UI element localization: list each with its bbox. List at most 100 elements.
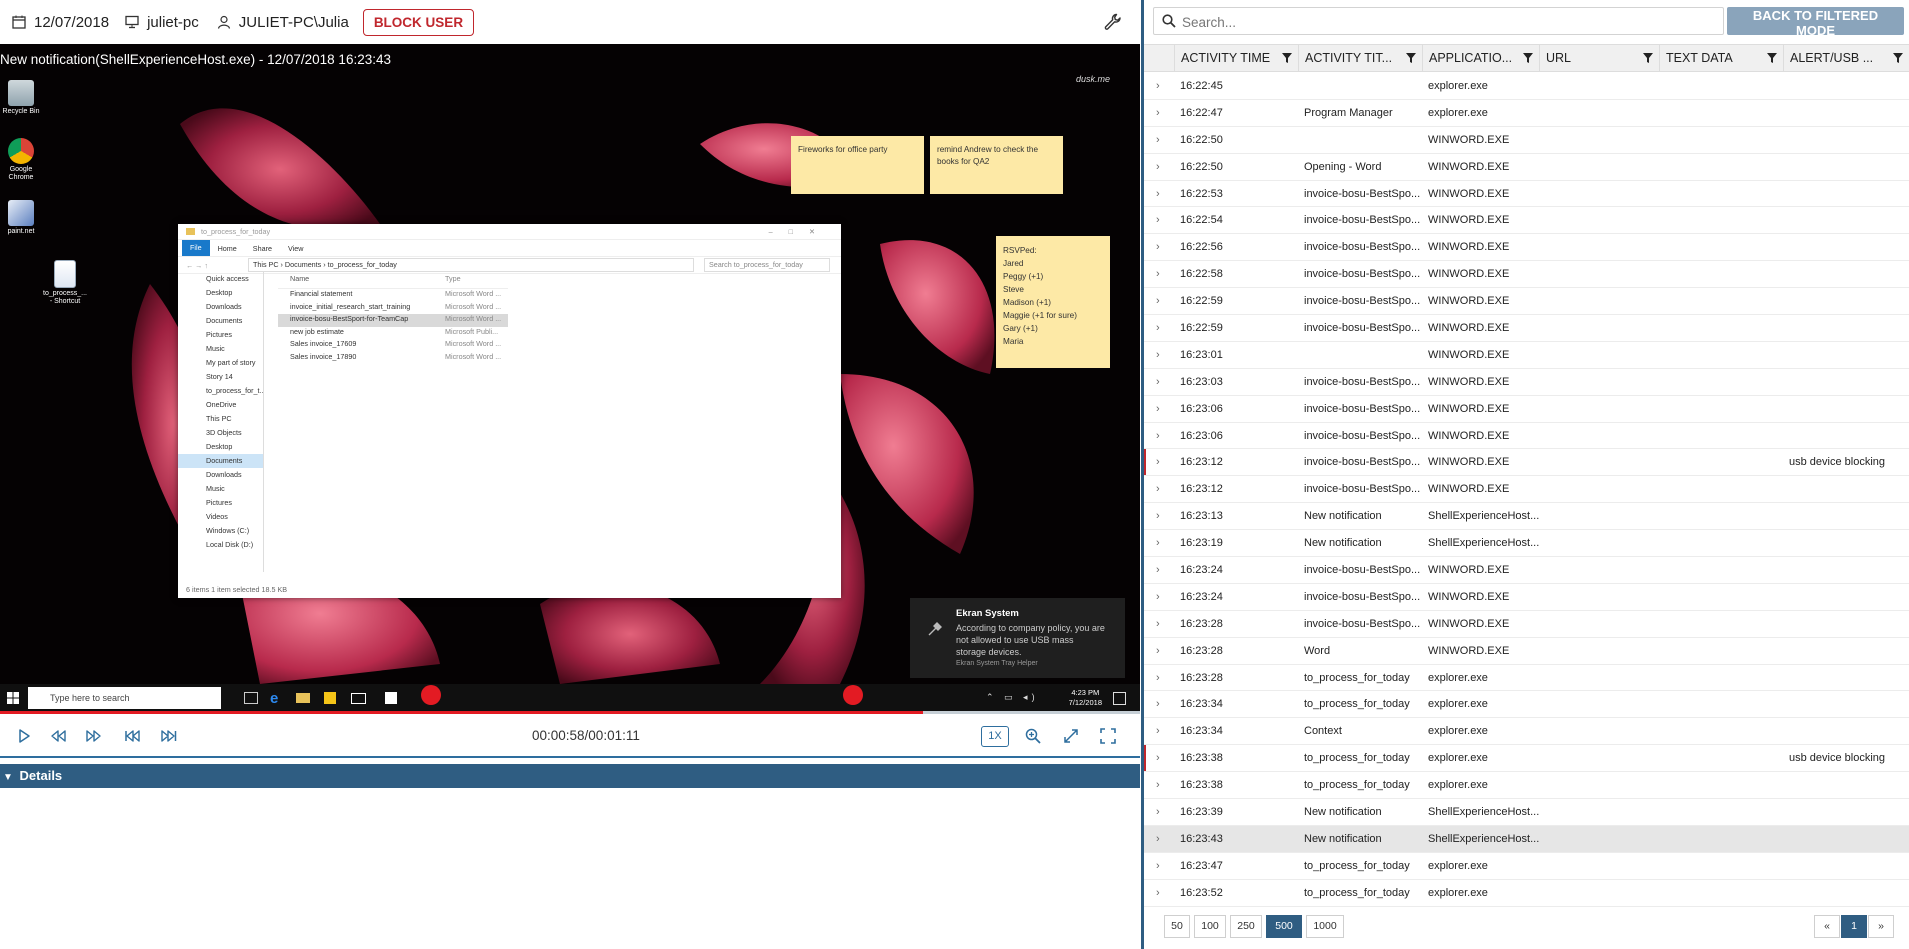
file-row[interactable]: invoice-bosu-BestSport-for-TeamCap Micros… [278, 314, 508, 327]
chevron-right-icon[interactable]: › [1144, 288, 1174, 314]
skip-to-end-icon[interactable] [161, 728, 177, 744]
activity-row[interactable]: › 16:23:28 invoice-bosu-BestSpo... WINWORD.… [1144, 611, 1909, 638]
activity-row[interactable]: › 16:22:59 invoice-bosu-BestSpo... WINWORD.… [1144, 315, 1909, 342]
nav-item[interactable]: Story 14 [178, 370, 263, 384]
nav-arrows-icon[interactable]: ← → ↑ [186, 261, 208, 270]
column-header-application[interactable]: APPLICATIO... [1422, 45, 1539, 71]
filter-icon[interactable] [1406, 53, 1416, 63]
activity-row[interactable]: › 16:22:53 invoice-bosu-BestSpo... WINWORD.… [1144, 181, 1909, 208]
file-row[interactable]: Sales invoice_17890 Microsoft Word ... [278, 352, 508, 365]
chevron-right-icon[interactable]: › [1144, 691, 1174, 717]
nav-item[interactable]: Downloads [178, 300, 263, 314]
nav-item[interactable]: Pictures [178, 496, 263, 510]
ribbon-tab-home[interactable]: Home [210, 244, 245, 253]
chevron-right-icon[interactable]: › [1144, 557, 1174, 583]
activity-row[interactable]: › 16:23:34 to_process_for_today explorer.ex… [1144, 691, 1909, 719]
activity-row[interactable]: › 16:23:06 invoice-bosu-BestSpo... WINWORD.… [1144, 423, 1909, 450]
expand-icon[interactable] [1063, 728, 1079, 744]
taskbar-search-input[interactable]: Type here to search [28, 687, 221, 709]
chevron-right-icon[interactable]: › [1144, 584, 1174, 610]
chevron-right-icon[interactable]: › [1144, 369, 1174, 395]
activity-row[interactable]: › 16:22:58 invoice-bosu-BestSpo... WINWORD.… [1144, 261, 1909, 289]
task-view-icon[interactable] [244, 692, 258, 704]
chevron-right-icon[interactable]: › [1144, 853, 1174, 879]
nav-item[interactable]: Documents [178, 454, 263, 468]
chevron-right-icon[interactable]: › [1144, 73, 1174, 99]
system-tray-icon[interactable]: ⌃ ▭ ◂) [986, 692, 1039, 703]
nav-item[interactable]: Music [178, 482, 263, 496]
sticky-note-rsvp[interactable]: RSVPed: Jared Peggy (+1) Steve Madison (… [996, 236, 1110, 368]
activity-row[interactable]: › 16:23:19 New notification ShellExperience… [1144, 530, 1909, 558]
column-header-name[interactable]: Name [278, 274, 445, 288]
store-icon[interactable] [324, 692, 336, 704]
rewind-icon[interactable] [50, 728, 66, 744]
chevron-right-icon[interactable]: › [1144, 718, 1174, 744]
page-size-1000[interactable]: 1000 [1306, 915, 1344, 938]
nav-item[interactable]: My part of story [178, 356, 263, 370]
column-header-activity-title[interactable]: ACTIVITY TIT... [1298, 45, 1422, 71]
next-page-button[interactable]: » [1868, 915, 1894, 938]
activity-row[interactable]: › 16:23:06 invoice-bosu-BestSpo... WINWORD.… [1144, 396, 1909, 423]
activity-row[interactable]: › 16:22:50 Opening - Word WINWORD.EXE [1144, 154, 1909, 181]
search-input[interactable] [1180, 10, 1714, 34]
windows-start-icon[interactable] [7, 692, 19, 704]
activity-row[interactable]: › 16:23:47 to_process_for_today explorer.ex… [1144, 853, 1909, 880]
fullscreen-icon[interactable] [1100, 728, 1116, 744]
activity-row[interactable]: › 16:23:12 invoice-bosu-BestSpo... WINWORD.… [1144, 476, 1909, 504]
chevron-right-icon[interactable]: › [1144, 745, 1174, 771]
chevron-right-icon[interactable]: › [1144, 234, 1174, 260]
desktop-icon-paint-net[interactable]: paint.net [0, 200, 45, 236]
activity-row[interactable]: › 16:23:24 invoice-bosu-BestSpo... WINWORD.… [1144, 584, 1909, 611]
chevron-right-icon[interactable]: › [1144, 638, 1174, 664]
skip-to-start-icon[interactable] [124, 728, 140, 744]
nav-item[interactable]: 3D Objects [178, 426, 263, 440]
file-explorer-taskbar-icon[interactable] [296, 693, 310, 703]
notification-center-icon[interactable] [1113, 692, 1126, 705]
chevron-right-icon[interactable]: › [1144, 154, 1174, 180]
page-size-100[interactable]: 100 [1194, 915, 1226, 938]
mail-icon[interactable] [351, 693, 366, 704]
chevron-right-icon[interactable]: › [1144, 342, 1174, 368]
column-header-type[interactable]: Type [445, 274, 505, 288]
activity-row[interactable]: › 16:23:38 to_process_for_today explorer.ex… [1144, 772, 1909, 800]
chevron-right-icon[interactable]: › [1144, 772, 1174, 798]
filter-icon[interactable] [1767, 53, 1777, 63]
prev-page-button[interactable]: « [1814, 915, 1840, 938]
nav-item[interactable]: Documents [178, 314, 263, 328]
chevron-right-icon[interactable]: › [1144, 880, 1174, 906]
zoom-in-icon[interactable] [1025, 728, 1041, 744]
sticky-note[interactable]: Fireworks for office party [791, 136, 924, 194]
chevron-right-icon[interactable]: › [1144, 261, 1174, 287]
chevron-right-icon[interactable]: › [1144, 530, 1174, 556]
explorer-search-input[interactable]: Search to_process_for_today [703, 258, 830, 272]
filter-icon[interactable] [1643, 53, 1653, 63]
nav-item[interactable]: Pictures [178, 328, 263, 342]
chevron-right-icon[interactable]: › [1144, 665, 1174, 691]
file-row[interactable]: new job estimate Microsoft Publi... [278, 327, 508, 340]
file-row[interactable]: invoice_initial_research_start_training M… [278, 302, 508, 315]
filter-icon[interactable] [1893, 53, 1903, 63]
chevron-right-icon[interactable]: › [1144, 476, 1174, 502]
activity-row[interactable]: › 16:23:28 to_process_for_today explorer.ex… [1144, 665, 1909, 692]
activity-row[interactable]: › 16:23:52 to_process_for_today explorer.ex… [1144, 880, 1909, 907]
activity-row[interactable]: › 16:22:45 explorer.exe [1144, 73, 1909, 100]
chevron-right-icon[interactable]: › [1144, 423, 1174, 449]
activity-row[interactable]: › 16:23:24 invoice-bosu-BestSpo... WINWORD.… [1144, 557, 1909, 584]
nav-item[interactable]: Desktop [178, 440, 263, 454]
activity-row[interactable]: › 16:23:39 New notification ShellExperience… [1144, 799, 1909, 826]
nav-item[interactable]: Local Disk (D:) [178, 538, 263, 552]
chevron-right-icon[interactable]: › [1144, 503, 1174, 529]
chevron-right-icon[interactable]: › [1144, 826, 1174, 852]
chevron-right-icon[interactable]: › [1144, 207, 1174, 233]
sticky-notes-icon[interactable] [385, 692, 397, 704]
nav-item[interactable]: to_process_for_t... [178, 384, 263, 398]
nav-item[interactable]: Windows (C:) [178, 524, 263, 538]
nav-item[interactable]: Downloads [178, 468, 263, 482]
activity-row[interactable]: › 16:23:38 to_process_for_today explorer.ex… [1144, 745, 1909, 773]
breadcrumb[interactable]: This PC › Documents › to_process_for_tod… [247, 258, 694, 272]
nav-item[interactable]: Quick access [178, 272, 263, 286]
desktop-icon-shortcut[interactable]: to_process_... - Shortcut [41, 260, 89, 306]
page-1-button[interactable]: 1 [1841, 915, 1867, 938]
window-controls-icon[interactable]: –□✕ [769, 227, 831, 236]
column-header-alert-usb[interactable]: ALERT/USB ... [1783, 45, 1909, 71]
